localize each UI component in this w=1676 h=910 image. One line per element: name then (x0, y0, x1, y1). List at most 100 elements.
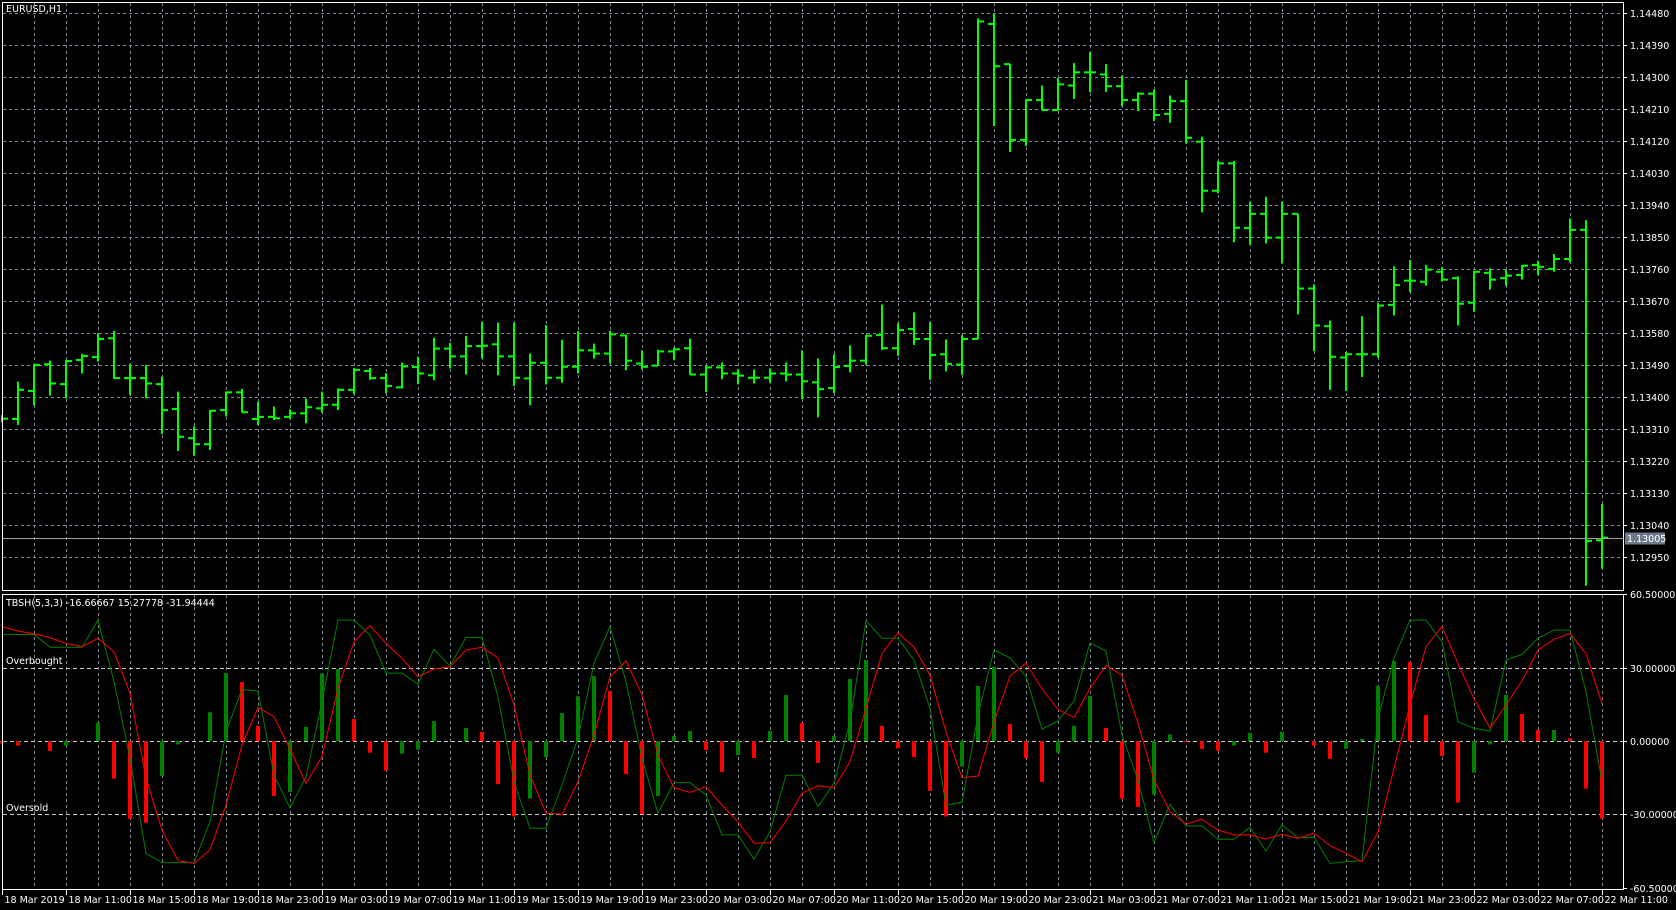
histogram-bar (48, 741, 52, 751)
histogram-bar (688, 731, 692, 741)
histogram-bar (1216, 741, 1220, 751)
histogram-bar (1328, 741, 1332, 759)
histogram-bar (432, 721, 436, 741)
histogram-bar (1312, 741, 1316, 746)
histogram-bar (704, 741, 708, 751)
histogram-bar (160, 741, 164, 777)
histogram-bar (720, 741, 724, 772)
price-tick-label: 1.13940 (1630, 201, 1669, 212)
price-tick-label: 1.13490 (1630, 361, 1669, 372)
chart-background (0, 0, 1676, 910)
price-tick-label: 1.14120 (1630, 137, 1669, 148)
price-tick-label: 1.13400 (1630, 393, 1669, 404)
histogram-bar (1424, 714, 1428, 741)
histogram-bar (1488, 741, 1492, 745)
histogram-bar (96, 722, 100, 741)
histogram-bar (736, 741, 740, 756)
histogram-bar (368, 741, 372, 753)
histogram-bar (1504, 695, 1508, 741)
time-tick-label: 21 Mar 07:00 (1157, 895, 1220, 906)
histogram-bar (1152, 741, 1156, 795)
indicator-tick-label: 60.50000 (1630, 590, 1675, 601)
histogram-bar (208, 712, 212, 741)
time-tick-label: 22 Mar 03:00 (1477, 895, 1540, 906)
histogram-bar (672, 735, 676, 741)
histogram-bar (608, 691, 612, 741)
histogram-bar (480, 731, 484, 741)
price-tick-label: 1.13850 (1630, 233, 1669, 244)
histogram-bar (384, 741, 388, 771)
histogram-bar (1344, 741, 1348, 749)
oversold-label: Oversold (6, 803, 48, 814)
time-tick-label: 18 Mar 15:00 (133, 895, 196, 906)
time-tick-label: 19 Mar 03:00 (325, 895, 388, 906)
time-tick-label: 20 Mar 23:00 (1029, 895, 1092, 906)
time-tick-label: 20 Mar 19:00 (965, 895, 1028, 906)
price-tick-label: 1.13670 (1630, 297, 1669, 308)
histogram-bar (1232, 741, 1236, 746)
histogram-bar (880, 725, 884, 741)
time-tick-label: 19 Mar 23:00 (645, 895, 708, 906)
histogram-bar (624, 741, 628, 775)
histogram-bar (1552, 730, 1556, 741)
histogram-bar (512, 741, 516, 817)
histogram-bar (1072, 725, 1076, 741)
time-tick-label: 22 Mar 11:00 (1605, 895, 1668, 906)
histogram-bar (1104, 728, 1108, 741)
histogram-bar (1264, 741, 1268, 753)
indicator-tick-label: 0.00000 (1630, 737, 1669, 748)
time-tick-label: 21 Mar 23:00 (1413, 895, 1476, 906)
time-tick-label: 21 Mar 15:00 (1285, 895, 1348, 906)
histogram-bar (176, 741, 180, 745)
histogram-bar (1088, 695, 1092, 741)
histogram-bar (768, 731, 772, 741)
histogram-bar (1536, 730, 1540, 741)
time-tick-label: 19 Mar 19:00 (581, 895, 644, 906)
histogram-bar (1392, 660, 1396, 741)
histogram-bar (304, 726, 308, 741)
histogram-bar (816, 741, 820, 763)
time-tick-label: 19 Mar 11:00 (453, 895, 516, 906)
histogram-bar (1024, 741, 1028, 759)
histogram-bar (1168, 734, 1172, 741)
indicator-tick-label: -60.50000 (1630, 884, 1676, 895)
histogram-bar (336, 668, 340, 741)
histogram-bar (960, 741, 964, 767)
time-tick-label: 21 Mar 11:00 (1221, 895, 1284, 906)
price-tick-label: 1.14300 (1630, 73, 1669, 84)
histogram-bar (1568, 738, 1572, 741)
price-tick-label: 1.14210 (1630, 105, 1669, 116)
price-tick-label: 1.13040 (1630, 521, 1669, 532)
histogram-bar (256, 725, 260, 741)
time-tick-label: 21 Mar 03:00 (1093, 895, 1156, 906)
histogram-bar (1520, 713, 1524, 741)
histogram-bar (560, 713, 564, 741)
histogram-bar (352, 719, 356, 741)
histogram-bar (912, 741, 916, 758)
histogram-bar (1040, 741, 1044, 782)
histogram-bar (1584, 741, 1588, 789)
price-tick-label: 1.13130 (1630, 489, 1669, 500)
time-tick-label: 19 Mar 15:00 (517, 895, 580, 906)
price-tick-label: 1.14480 (1630, 9, 1669, 20)
histogram-bar (1184, 741, 1188, 743)
price-tick-label: 1.12950 (1630, 553, 1669, 564)
histogram-bar (752, 741, 756, 759)
time-tick-label: 20 Mar 11:00 (837, 895, 900, 906)
price-tick-label: 1.13580 (1630, 329, 1669, 340)
histogram-bar (1008, 723, 1012, 741)
histogram-bar (896, 741, 900, 749)
histogram-bar (1056, 741, 1060, 753)
time-tick-label: 18 Mar 2019 (5, 895, 65, 906)
price-tick-label: 1.14390 (1630, 41, 1669, 52)
time-tick-label: 20 Mar 07:00 (773, 895, 836, 906)
histogram-bar (240, 682, 244, 741)
time-tick-label: 18 Mar 23:00 (261, 895, 324, 906)
histogram-bar (784, 695, 788, 741)
trading-chart[interactable]: 1.14480 1.14390 1.14300 1.14210 1.14120 1.140… (0, 0, 1676, 910)
price-tick-label: 1.13760 (1630, 265, 1669, 276)
price-tick-label: 1.13310 (1630, 425, 1669, 436)
histogram-bar (1456, 741, 1460, 803)
time-tick-label: 18 Mar 11:00 (69, 895, 132, 906)
time-tick-label: 18 Mar 19:00 (197, 895, 260, 906)
